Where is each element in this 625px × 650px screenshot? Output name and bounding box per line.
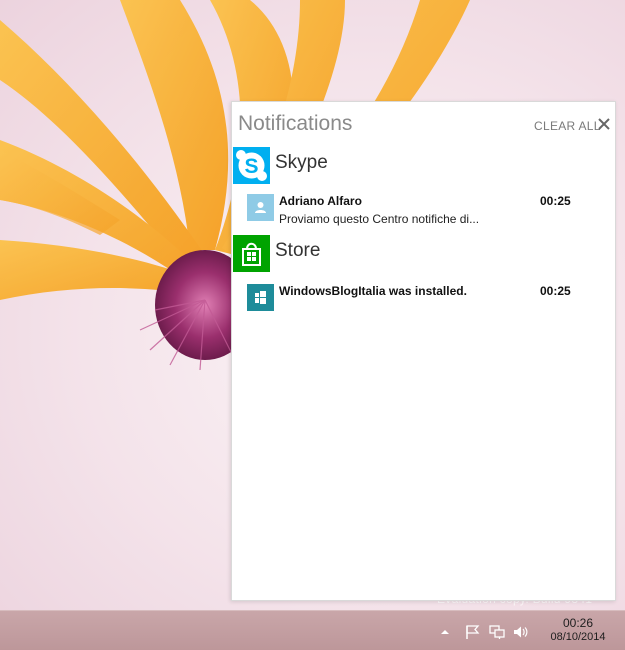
svg-text:S: S — [244, 155, 258, 178]
app-name-store: Store — [275, 240, 321, 261]
app-header-store[interactable]: Store — [232, 235, 615, 273]
notification-item[interactable]: WindowsBlogItalia was installed. 00:25 — [232, 279, 615, 319]
notifications-panel: Notifications CLEAR ALL S Skype Adriano … — [231, 101, 616, 601]
taskbar-clock[interactable]: 00:26 08/10/2014 — [540, 616, 616, 644]
clock-time: 00:26 — [562, 616, 594, 630]
notification-item[interactable]: Adriano Alfaro 00:25 Proviamo questo Cen… — [232, 189, 615, 229]
contact-avatar-icon — [247, 194, 274, 221]
app-tile-icon — [247, 284, 274, 311]
notification-sender: Adriano Alfaro — [279, 194, 362, 208]
panel-title: Notifications — [238, 112, 353, 135]
close-icon[interactable] — [596, 116, 612, 132]
app-group-skype: S Skype — [232, 147, 615, 185]
show-hidden-icons-arrow-icon[interactable] — [438, 624, 452, 640]
store-bag-icon — [233, 235, 270, 272]
panel-header: Notifications CLEAR ALL — [232, 102, 615, 146]
app-header-skype[interactable]: S Skype — [232, 147, 615, 185]
skype-icon: S — [233, 147, 270, 184]
clear-all-button[interactable]: CLEAR ALL — [534, 119, 601, 133]
app-group-store: Store — [232, 235, 615, 273]
clock-date: 08/10/2014 — [550, 631, 606, 643]
network-icon[interactable] — [488, 624, 506, 640]
notification-time: 00:25 — [540, 284, 571, 298]
app-name-skype: Skype — [275, 152, 328, 173]
notification-time: 00:25 — [540, 194, 571, 208]
notification-body: Proviamo questo Centro notifiche di... — [279, 212, 480, 226]
notification-title: WindowsBlogItalia was installed. — [279, 284, 467, 298]
taskbar: 00:26 08/10/2014 — [0, 610, 625, 650]
volume-icon[interactable] — [512, 624, 530, 640]
action-center-flag-icon[interactable] — [463, 624, 481, 640]
